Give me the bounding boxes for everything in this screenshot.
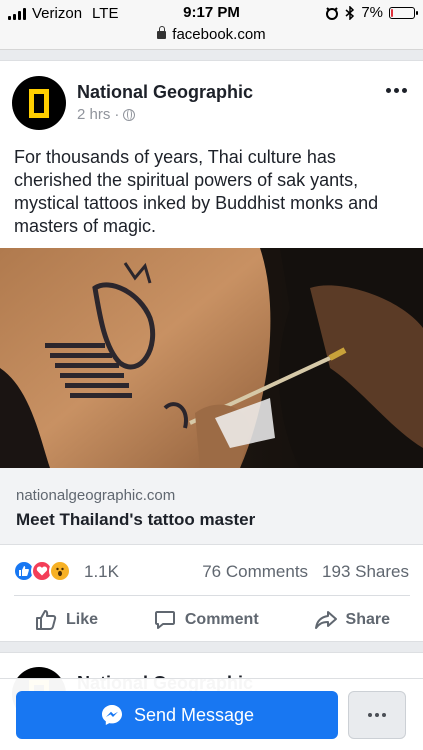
post-options-button[interactable]: [386, 88, 407, 93]
send-message-button[interactable]: Send Message: [16, 691, 338, 739]
post-image[interactable]: [0, 248, 423, 468]
post-timestamp[interactable]: 2 hrs: [77, 106, 110, 123]
like-label: Like: [66, 610, 99, 628]
more-options-button[interactable]: [348, 691, 406, 739]
post-actions: Like Comment Share: [14, 595, 410, 643]
engagement-counts: 76 Comments 193 Shares: [202, 562, 409, 582]
post-meta: 2 hrs ·: [77, 106, 136, 123]
reactions-summary: 1.1K 76 Comments 193 Shares: [0, 545, 423, 595]
thumbs-up-icon: [36, 609, 57, 630]
url-bar[interactable]: facebook.com: [0, 26, 423, 50]
battery-percent: 7%: [361, 4, 383, 21]
alarm-icon: [326, 6, 339, 20]
link-title: Meet Thailand's tattoo master: [16, 510, 256, 529]
comments-count[interactable]: 76 Comments: [202, 562, 308, 582]
bottom-action-bar: Send Message: [0, 678, 423, 750]
post-text: For thousands of years, Thai culture has…: [14, 147, 379, 236]
comment-button[interactable]: Comment: [133, 596, 279, 643]
lock-icon: [157, 26, 167, 39]
url-text: facebook.com: [172, 26, 266, 43]
post-card: National Geographic 2 hrs · For thousand…: [0, 60, 423, 642]
like-button[interactable]: Like: [14, 596, 118, 643]
reaction-count[interactable]: 1.1K: [84, 562, 119, 582]
battery-icon: [389, 6, 418, 19]
shares-count[interactable]: 193 Shares: [322, 562, 409, 582]
comment-label: Comment: [184, 610, 259, 628]
wow-icon: [49, 560, 71, 582]
bluetooth-icon: [345, 5, 355, 20]
comment-icon: [154, 610, 175, 629]
send-message-label: Send Message: [133, 704, 255, 725]
battery-fill: [391, 8, 393, 17]
link-domain: nationalgeographic.com: [16, 487, 176, 504]
meta-separator: ·: [114, 106, 120, 123]
messenger-icon: [101, 705, 122, 725]
share-icon: [314, 610, 337, 629]
page-name[interactable]: National Geographic: [77, 82, 253, 103]
status-right: 7%: [325, 4, 418, 21]
reaction-icons[interactable]: [13, 560, 71, 582]
tattoo-photo: [0, 248, 423, 468]
globe-icon: [123, 108, 136, 121]
link-preview[interactable]: nationalgeographic.com Meet Thailand's t…: [0, 468, 423, 545]
natgeo-logo: [29, 88, 49, 118]
share-label: Share: [345, 610, 390, 628]
status-bar: Verizon LTE 9:17 PM 7%: [0, 0, 423, 26]
share-button[interactable]: Share: [294, 596, 410, 643]
page-avatar[interactable]: [12, 76, 66, 130]
